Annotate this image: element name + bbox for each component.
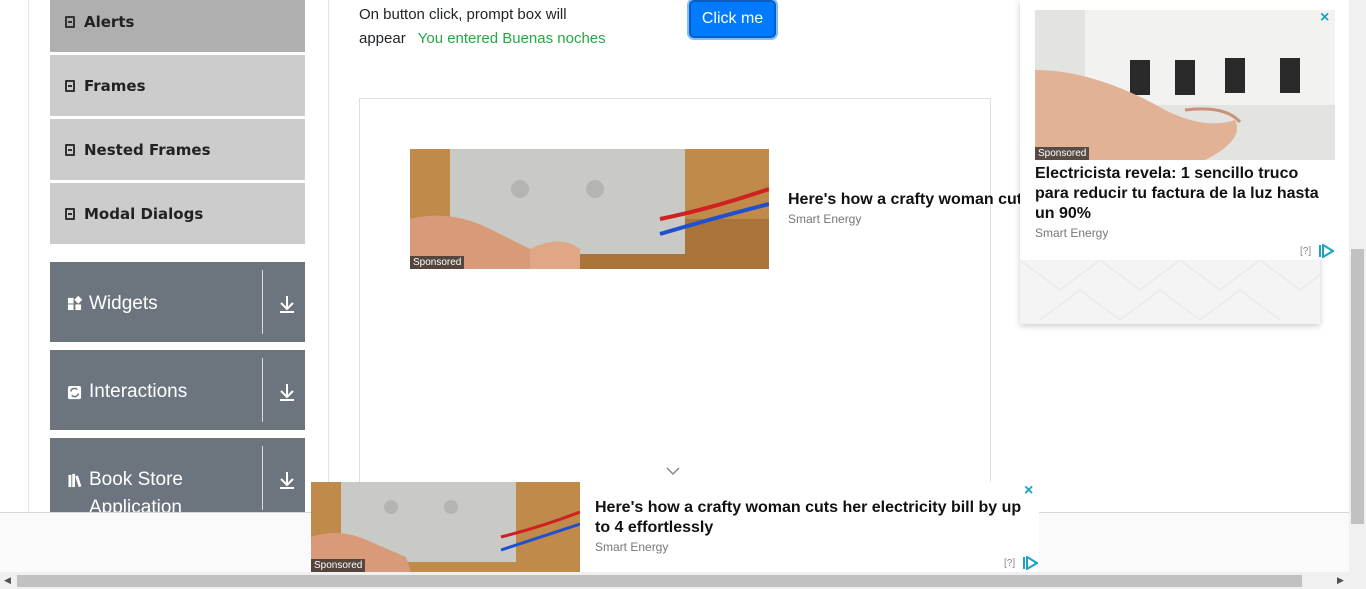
group-separator <box>262 446 263 510</box>
sidebar-item-frames[interactable]: Frames <box>50 55 305 117</box>
bottom-ad[interactable]: Sponsored Here's how a crafty woman cuts… <box>311 482 1039 572</box>
sidebar-divider <box>328 0 329 512</box>
bottom-ad-source: Smart Energy <box>595 540 669 554</box>
ad-photo <box>410 149 769 269</box>
bottom-ad-title[interactable]: Here's how a crafty woman cuts her elect… <box>595 498 1030 538</box>
group-separator <box>262 358 263 422</box>
document-icon <box>65 207 75 220</box>
ad-title[interactable]: Here's how a crafty woman cuts <box>788 190 1028 210</box>
sidebar-group-interactions[interactable]: Interactions <box>50 350 305 430</box>
download-arrow-icon[interactable] <box>278 294 296 314</box>
sponsored-label: Sponsored <box>410 256 465 269</box>
group-separator <box>262 270 263 334</box>
right-ad-image[interactable]: Sponsored <box>1035 10 1335 160</box>
sidebar-item-label: Frames <box>84 76 146 95</box>
adchoices-icon[interactable] <box>1318 244 1334 258</box>
sidebar-group-book-store[interactable]: Book Store Application <box>50 438 305 518</box>
close-icon[interactable]: × <box>1320 9 1329 27</box>
download-arrow-icon[interactable] <box>278 470 296 490</box>
vertical-scrollbar-thumb[interactable] <box>1351 249 1364 524</box>
sidebar-group-label: Interactions <box>89 381 188 402</box>
widgets-icon <box>67 296 82 311</box>
sidebar-item-alerts[interactable]: Alerts <box>50 0 305 53</box>
chevron-down-icon[interactable] <box>666 466 680 476</box>
document-icon <box>65 79 75 92</box>
sponsored-label: Sponsored <box>1035 147 1090 160</box>
adchoices-label[interactable]: [?] <box>1004 558 1015 569</box>
sidebar-item-label: Nested Frames <box>84 140 211 159</box>
document-icon <box>65 143 75 156</box>
scroll-left-arrow-icon[interactable]: ◀ <box>4 575 11 586</box>
prompt-result: You entered Buenas noches <box>417 30 606 47</box>
page-left-border <box>28 0 29 512</box>
sidebar-item-nested-frames[interactable]: Nested Frames <box>50 119 305 181</box>
prompt-click-me-button[interactable]: Click me <box>689 0 776 38</box>
document-icon <box>65 15 75 28</box>
ad-photo <box>1035 10 1335 160</box>
sidebar-item-label: Alerts <box>84 12 135 31</box>
close-icon[interactable]: × <box>1024 482 1033 500</box>
sidebar-item-modal-dialogs[interactable]: Modal Dialogs <box>50 183 305 245</box>
interactions-icon <box>67 385 82 400</box>
horizontal-scrollbar-thumb[interactable] <box>17 575 1302 587</box>
sidebar-group-label: Widgets <box>89 293 158 314</box>
sidebar-group-widgets[interactable]: Widgets <box>50 262 305 342</box>
prompt-description: On button click, prompt box will appear Y… <box>359 3 639 51</box>
scroll-right-arrow-icon[interactable]: ▶ <box>1337 575 1344 586</box>
sidebar-item-label: Modal Dialogs <box>84 204 204 223</box>
right-ad-title[interactable]: Electricista revela: 1 sencillo truco pa… <box>1035 164 1335 224</box>
right-ad-source: Smart Energy <box>1035 226 1109 240</box>
ad-source: Smart Energy <box>788 212 862 226</box>
ad-image[interactable]: Sponsored <box>410 149 769 269</box>
sponsored-label: Sponsored <box>311 559 366 572</box>
download-arrow-icon[interactable] <box>278 382 296 402</box>
adchoices-icon[interactable] <box>1022 556 1038 570</box>
adchoices-label[interactable]: [?] <box>1300 246 1311 257</box>
bottom-ad-image[interactable]: Sponsored <box>311 482 580 572</box>
book-icon <box>68 473 82 488</box>
